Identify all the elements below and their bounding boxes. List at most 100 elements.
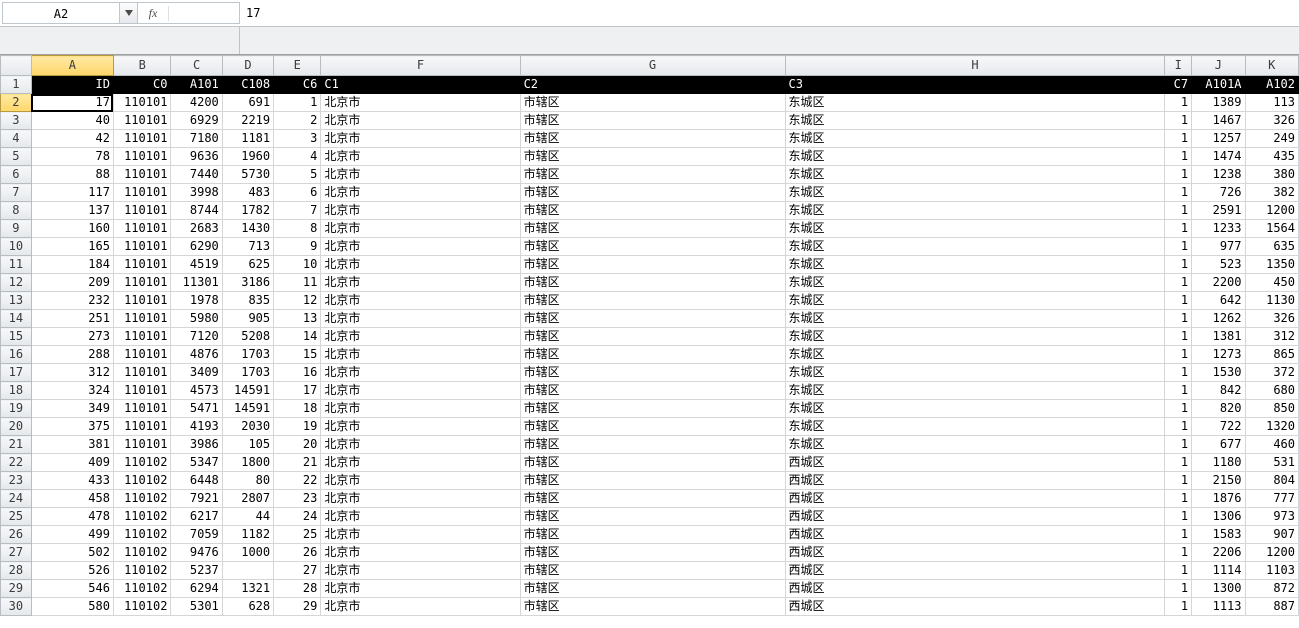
cell-A10[interactable]: 165 (31, 238, 113, 256)
cell-K24[interactable]: 777 (1245, 490, 1298, 508)
cell-I12[interactable]: 1 (1165, 274, 1192, 292)
cell-A16[interactable]: 288 (31, 346, 113, 364)
cell-K11[interactable]: 1350 (1245, 256, 1298, 274)
row-header-18[interactable]: 18 (1, 382, 32, 400)
cell-I7[interactable]: 1 (1165, 184, 1192, 202)
row-header-19[interactable]: 19 (1, 400, 32, 418)
row-header-28[interactable]: 28 (1, 562, 32, 580)
cell-G25[interactable]: 市辖区 (520, 508, 785, 526)
cell-I21[interactable]: 1 (1165, 436, 1192, 454)
cell-F12[interactable]: 北京市 (321, 274, 520, 292)
cell-C6[interactable]: 7440 (171, 166, 222, 184)
cell-G20[interactable]: 市辖区 (520, 418, 785, 436)
cell-B13[interactable]: 110101 (113, 292, 171, 310)
row-header-11[interactable]: 11 (1, 256, 32, 274)
cell-H11[interactable]: 东城区 (785, 256, 1165, 274)
cell-K29[interactable]: 872 (1245, 580, 1298, 598)
cell-I26[interactable]: 1 (1165, 526, 1192, 544)
cell-F7[interactable]: 北京市 (321, 184, 520, 202)
cell-J25[interactable]: 1306 (1192, 508, 1245, 526)
cell-D30[interactable]: 628 (222, 598, 273, 616)
cell-E7[interactable]: 6 (274, 184, 321, 202)
cell-E29[interactable]: 28 (274, 580, 321, 598)
cell-G3[interactable]: 市辖区 (520, 112, 785, 130)
cell-K3[interactable]: 326 (1245, 112, 1298, 130)
cell-A15[interactable]: 273 (31, 328, 113, 346)
cell-J19[interactable]: 820 (1192, 400, 1245, 418)
cell-G26[interactable]: 市辖区 (520, 526, 785, 544)
cell-F25[interactable]: 北京市 (321, 508, 520, 526)
cell-I18[interactable]: 1 (1165, 382, 1192, 400)
cell-I1[interactable]: C7 (1165, 76, 1192, 94)
cell-J24[interactable]: 1876 (1192, 490, 1245, 508)
row-header-6[interactable]: 6 (1, 166, 32, 184)
cell-I14[interactable]: 1 (1165, 310, 1192, 328)
cell-B20[interactable]: 110101 (113, 418, 171, 436)
cell-F27[interactable]: 北京市 (321, 544, 520, 562)
cell-A24[interactable]: 458 (31, 490, 113, 508)
cell-C27[interactable]: 9476 (171, 544, 222, 562)
row-header-17[interactable]: 17 (1, 364, 32, 382)
cell-G5[interactable]: 市辖区 (520, 148, 785, 166)
cell-I3[interactable]: 1 (1165, 112, 1192, 130)
cell-C16[interactable]: 4876 (171, 346, 222, 364)
cell-J6[interactable]: 1238 (1192, 166, 1245, 184)
cell-D26[interactable]: 1182 (222, 526, 273, 544)
cell-E9[interactable]: 8 (274, 220, 321, 238)
cell-C19[interactable]: 5471 (171, 400, 222, 418)
cell-G29[interactable]: 市辖区 (520, 580, 785, 598)
cell-A29[interactable]: 546 (31, 580, 113, 598)
cell-B19[interactable]: 110101 (113, 400, 171, 418)
cell-C7[interactable]: 3998 (171, 184, 222, 202)
cell-D28[interactable] (222, 562, 273, 580)
cell-F9[interactable]: 北京市 (321, 220, 520, 238)
cell-B2[interactable]: 110101 (113, 94, 171, 112)
row-header-15[interactable]: 15 (1, 328, 32, 346)
cell-J18[interactable]: 842 (1192, 382, 1245, 400)
cell-F2[interactable]: 北京市 (321, 94, 520, 112)
cell-B5[interactable]: 110101 (113, 148, 171, 166)
cell-B29[interactable]: 110102 (113, 580, 171, 598)
cell-I15[interactable]: 1 (1165, 328, 1192, 346)
cell-D17[interactable]: 1703 (222, 364, 273, 382)
cell-C1[interactable]: A101 (171, 76, 222, 94)
cell-H10[interactable]: 东城区 (785, 238, 1165, 256)
cell-I4[interactable]: 1 (1165, 130, 1192, 148)
cell-I5[interactable]: 1 (1165, 148, 1192, 166)
cell-J13[interactable]: 642 (1192, 292, 1245, 310)
cell-D7[interactable]: 483 (222, 184, 273, 202)
cell-H7[interactable]: 东城区 (785, 184, 1165, 202)
row-header-9[interactable]: 9 (1, 220, 32, 238)
cell-K28[interactable]: 1103 (1245, 562, 1298, 580)
cell-D12[interactable]: 3186 (222, 274, 273, 292)
cell-B8[interactable]: 110101 (113, 202, 171, 220)
cell-K20[interactable]: 1320 (1245, 418, 1298, 436)
cell-A18[interactable]: 324 (31, 382, 113, 400)
cell-J5[interactable]: 1474 (1192, 148, 1245, 166)
cell-G21[interactable]: 市辖区 (520, 436, 785, 454)
cell-B15[interactable]: 110101 (113, 328, 171, 346)
cell-D25[interactable]: 44 (222, 508, 273, 526)
cell-C3[interactable]: 6929 (171, 112, 222, 130)
cell-F19[interactable]: 北京市 (321, 400, 520, 418)
cell-E14[interactable]: 13 (274, 310, 321, 328)
cell-H9[interactable]: 东城区 (785, 220, 1165, 238)
cell-J1[interactable]: A101A (1192, 76, 1245, 94)
cell-C25[interactable]: 6217 (171, 508, 222, 526)
cell-J16[interactable]: 1273 (1192, 346, 1245, 364)
cell-F11[interactable]: 北京市 (321, 256, 520, 274)
cell-E27[interactable]: 26 (274, 544, 321, 562)
cell-C17[interactable]: 3409 (171, 364, 222, 382)
cell-E13[interactable]: 12 (274, 292, 321, 310)
cell-B9[interactable]: 110101 (113, 220, 171, 238)
cell-E19[interactable]: 18 (274, 400, 321, 418)
cell-F26[interactable]: 北京市 (321, 526, 520, 544)
cell-C28[interactable]: 5237 (171, 562, 222, 580)
column-header-D[interactable]: D (222, 56, 273, 76)
cell-A2[interactable]: 17 (31, 94, 113, 112)
cell-K18[interactable]: 680 (1245, 382, 1298, 400)
cell-E12[interactable]: 11 (274, 274, 321, 292)
cell-D2[interactable]: 691 (222, 94, 273, 112)
cell-B21[interactable]: 110101 (113, 436, 171, 454)
cell-A3[interactable]: 40 (31, 112, 113, 130)
